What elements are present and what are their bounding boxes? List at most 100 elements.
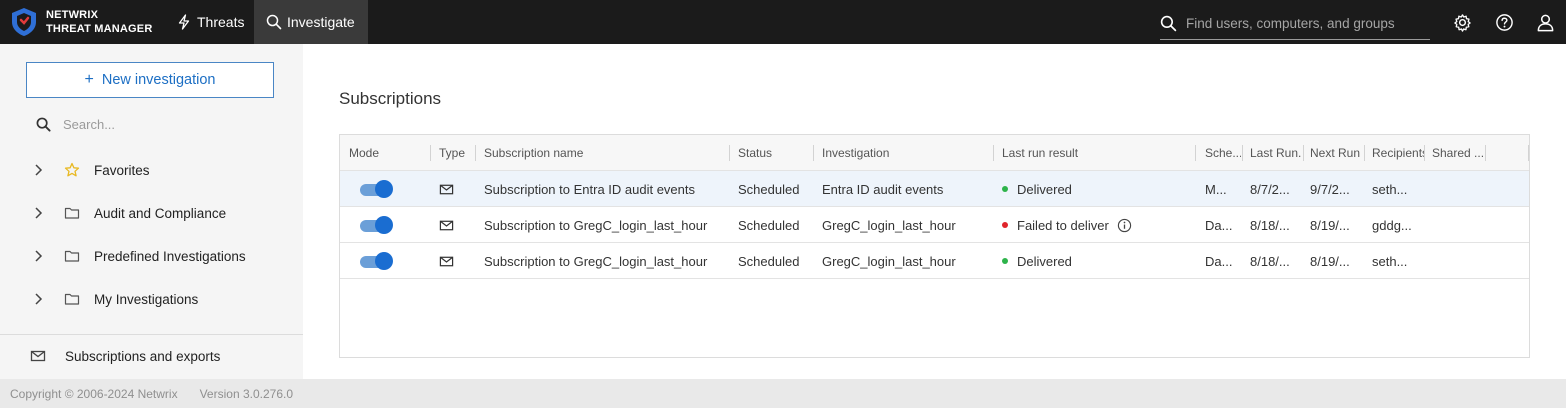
chevron-right-icon[interactable] <box>30 248 46 264</box>
subscription-name: Subscription to Entra ID audit events <box>484 181 696 197</box>
last-run-result: Delivered <box>1002 171 1192 207</box>
subscription-name: Subscription to GregC_login_last_hour <box>484 253 708 269</box>
last-run: 8/18/... <box>1250 217 1290 233</box>
mode-toggle[interactable] <box>360 215 394 235</box>
nav-threats-label: Threats <box>197 14 245 30</box>
sidebar-divider <box>0 334 303 335</box>
shield-logo-icon <box>12 8 36 36</box>
help-icon <box>1495 13 1513 31</box>
column-header-last-run-result[interactable]: Last run result <box>1002 135 1192 171</box>
subscription-investigation: Entra ID audit events <box>822 181 944 197</box>
mail-icon <box>439 220 454 230</box>
mail-icon <box>30 350 46 362</box>
column-separator[interactable] <box>1485 145 1486 161</box>
column-separator[interactable] <box>813 145 814 161</box>
grid-header: Mode Type Subscription name Status Inves… <box>340 135 1529 171</box>
column-header-subscription-name[interactable]: Subscription name <box>484 135 724 171</box>
settings-button[interactable] <box>1451 11 1473 33</box>
column-header-status[interactable]: Status <box>738 135 814 171</box>
next-run: 8/19/... <box>1310 253 1350 269</box>
subscription-investigation: GregC_login_last_hour <box>822 253 956 269</box>
recipients: seth... <box>1372 253 1408 269</box>
mode-toggle[interactable] <box>360 251 394 271</box>
sidebar-item-favorites[interactable]: Favorites <box>30 157 290 183</box>
column-separator <box>1528 145 1529 161</box>
star-icon <box>64 162 80 177</box>
chevron-right-icon[interactable] <box>30 291 46 307</box>
mail-icon <box>439 256 454 266</box>
last-run-result: Delivered <box>1002 243 1192 279</box>
sidebar-item-label: Subscriptions and exports <box>65 348 221 364</box>
column-separator[interactable] <box>1242 145 1243 161</box>
column-header-schedule[interactable]: Sche... <box>1205 135 1241 171</box>
mail-icon <box>439 184 454 194</box>
info-icon[interactable] <box>1117 218 1132 233</box>
column-separator[interactable] <box>993 145 994 161</box>
last-run-result-label: Failed to deliver <box>1017 217 1109 233</box>
mode-toggle[interactable] <box>360 179 394 199</box>
chevron-right-icon[interactable] <box>30 205 46 221</box>
nav-threats[interactable]: Threats <box>164 0 256 44</box>
sidebar-item-my-investigations[interactable]: My Investigations <box>30 286 290 312</box>
column-separator[interactable] <box>1424 145 1425 161</box>
help-button[interactable] <box>1493 11 1515 33</box>
global-search <box>1160 8 1430 40</box>
recipients: seth... <box>1372 181 1408 197</box>
sidebar-search-input[interactable] <box>63 116 263 132</box>
subscription-status: Scheduled <box>738 217 800 233</box>
subscription-status: Scheduled <box>738 181 800 197</box>
column-separator[interactable] <box>475 145 476 161</box>
table-row[interactable]: Subscription to Entra ID audit events Sc… <box>340 171 1529 207</box>
search-icon <box>1160 15 1177 32</box>
sidebar-item-label: Predefined Investigations <box>94 248 246 264</box>
status-dot <box>1002 186 1008 192</box>
bolt-icon <box>178 14 190 30</box>
table-row[interactable]: Subscription to GregC_login_last_hour Sc… <box>340 207 1529 243</box>
page-title: Subscriptions <box>339 89 442 108</box>
column-separator[interactable] <box>1364 145 1365 161</box>
gear-icon <box>1453 13 1471 32</box>
column-separator[interactable] <box>729 145 730 161</box>
sidebar-item-subscriptions-exports[interactable]: Subscriptions and exports <box>30 346 220 366</box>
column-header-next-run[interactable]: Next Run <box>1310 135 1364 171</box>
new-investigation-button[interactable]: + New investigation <box>26 62 274 98</box>
last-run-result: Failed to deliver <box>1002 207 1192 243</box>
table-row[interactable]: Subscription to GregC_login_last_hour Sc… <box>340 243 1529 279</box>
status-dot <box>1002 258 1008 264</box>
sidebar-search <box>36 114 286 134</box>
column-header-mode[interactable]: Mode <box>349 135 424 171</box>
netwrix-logo[interactable]: NETWRIX THREAT MANAGER <box>10 6 152 38</box>
user-button[interactable] <box>1534 11 1556 33</box>
version: Version 3.0.276.0 <box>199 386 293 401</box>
column-separator[interactable] <box>1195 145 1196 161</box>
last-run-result-label: Delivered <box>1017 181 1072 197</box>
logo-line2: THREAT MANAGER <box>46 23 153 35</box>
schedule: Da... <box>1205 253 1233 269</box>
nav-investigate[interactable]: Investigate <box>254 0 368 44</box>
copyright: Copyright © 2006-2024 Netwrix <box>10 386 178 401</box>
recipients: gddg... <box>1372 217 1412 233</box>
search-icon <box>266 14 282 30</box>
sidebar-item-predefined-investigations[interactable]: Predefined Investigations <box>30 243 290 269</box>
column-header-last-run[interactable]: Last Run... <box>1250 135 1302 171</box>
column-header-recipients[interactable]: Recipients <box>1372 135 1424 171</box>
column-header-type[interactable]: Type <box>439 135 473 171</box>
folder-icon <box>64 293 80 305</box>
chevron-right-icon[interactable] <box>30 162 46 178</box>
last-run-result-label: Delivered <box>1017 253 1072 269</box>
status-dot <box>1002 222 1008 228</box>
footer: Copyright © 2006-2024 Netwrix Version 3.… <box>0 379 1566 408</box>
sidebar: + New investigation Favorites Audit and … <box>0 44 303 379</box>
folder-icon <box>64 207 80 219</box>
last-run: 8/18/... <box>1250 253 1290 269</box>
sidebar-item-label: Audit and Compliance <box>94 205 227 221</box>
search-icon <box>36 117 51 132</box>
sidebar-item-audit-compliance[interactable]: Audit and Compliance <box>30 200 290 226</box>
column-header-investigation[interactable]: Investigation <box>822 135 992 171</box>
column-header-shared[interactable]: Shared ... <box>1432 135 1484 171</box>
global-search-input[interactable] <box>1186 16 1426 31</box>
subscription-investigation: GregC_login_last_hour <box>822 217 956 233</box>
column-separator[interactable] <box>430 145 431 161</box>
column-separator[interactable] <box>1303 145 1304 161</box>
nav-investigate-label: Investigate <box>287 14 355 30</box>
